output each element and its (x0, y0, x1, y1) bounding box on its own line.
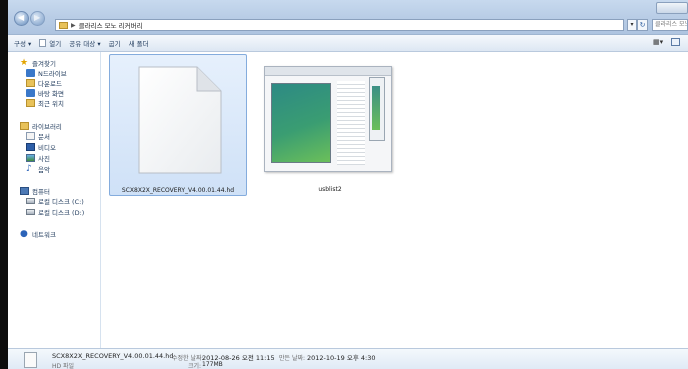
open-icon (39, 39, 47, 47)
change-view-icon[interactable]: ▦▾ (653, 38, 663, 46)
nav-network-label: 네트워크 (32, 231, 56, 239)
details-created-label: 만든 날짜: (279, 355, 306, 362)
nav-item-downloads[interactable]: 다운로드 (26, 78, 62, 88)
nav-item-documents[interactable]: 문서 (26, 131, 50, 141)
drive-c-icon (26, 198, 35, 204)
address-dropdown-button[interactable]: ▾ (627, 19, 637, 31)
thumbnail-sidebar-fill (372, 86, 380, 130)
breadcrumb-separator-icon[interactable]: ▶ (71, 22, 76, 29)
nav-item-label: N드라이브 (38, 70, 67, 78)
nav-item-label: 최근 위치 (38, 100, 64, 108)
nav-item-label: 바탕 화면 (38, 90, 64, 98)
nav-computer-label: 컴퓨터 (32, 188, 50, 196)
nav-computer[interactable]: 컴퓨터 (20, 186, 50, 196)
nav-item-label: 로컬 디스크 (D:) (38, 209, 85, 217)
nav-item-videos[interactable]: 비디오 (26, 142, 56, 152)
folder-icon (59, 21, 68, 29)
forward-arrow-icon: ▶ (34, 13, 41, 22)
nav-item-ndrive[interactable]: N드라이브 (26, 68, 67, 78)
thumbnail-sidebar (369, 77, 385, 141)
open-label: 열기 (49, 40, 62, 48)
new-folder-button[interactable]: 새 폴더 (129, 38, 149, 48)
music-icon: ♪ (26, 164, 32, 174)
nav-item-label: 로컬 디스크 (C:) (38, 198, 84, 206)
command-toolbar: 구성 ▾ 열기 공유 대상 ▾ 굽기 새 폴더 ▦▾ (8, 35, 688, 52)
forward-button[interactable]: ▶ (30, 11, 45, 26)
network-icon: ● (20, 229, 28, 239)
thumbnail-text-lines (337, 81, 365, 165)
star-icon: ★ (20, 58, 29, 68)
navigation-pane: ★ 즐겨찾기 N드라이브 다운로드 바탕 화면 최근 위치 라이브러리 문서 비… (8, 52, 101, 348)
nav-item-label: 다운로드 (38, 80, 62, 88)
organize-button[interactable]: 구성 ▾ (14, 38, 31, 48)
application-window-icon (264, 66, 392, 172)
explorer-window: ◀ ▶ ▶ 클라리스 모노 리커버리 ▾ ↻ 클라리스 모노 리... 구성 ▾… (8, 0, 688, 369)
refresh-icon: ↻ (639, 21, 646, 29)
file-name-label: SCX8X2X_RECOVERY_V4.00.01.44.hd (121, 187, 235, 194)
ndrive-icon (26, 69, 35, 77)
details-created-value: 2012-10-19 오후 4:30 (307, 354, 376, 362)
nav-favorites[interactable]: ★ 즐겨찾기 (20, 58, 56, 69)
computer-icon (20, 187, 29, 195)
pictures-icon (26, 154, 35, 162)
nav-libraries[interactable]: 라이브러리 (20, 121, 62, 131)
documents-icon (26, 132, 35, 140)
nav-item-label: 문서 (38, 133, 50, 141)
details-pane: SCX8X2X_RECOVERY_V4.00.01.44.hd HD 파일 수정… (8, 348, 688, 369)
details-file-icon (24, 352, 37, 368)
refresh-button[interactable]: ↻ (637, 19, 648, 31)
back-arrow-icon: ◀ (18, 13, 25, 22)
details-file-type: HD 파일 (52, 363, 75, 369)
desktop-icon (26, 89, 35, 97)
burn-button[interactable]: 굽기 (109, 38, 121, 48)
window-caption-buttons[interactable] (656, 2, 688, 14)
open-button[interactable]: 열기 (39, 38, 61, 48)
nav-item-drive-c[interactable]: 로컬 디스크 (C:) (26, 196, 84, 206)
nav-item-pictures[interactable]: 사진 (26, 153, 50, 163)
thumbnail-image (271, 83, 331, 163)
nav-item-label: 음악 (38, 166, 50, 174)
recent-places-icon (26, 99, 35, 107)
nav-item-label: 사진 (38, 155, 50, 163)
details-size-value: 177MB (202, 361, 223, 368)
nav-item-label: 비디오 (38, 144, 56, 152)
nav-item-drive-d[interactable]: 로컬 디스크 (D:) (26, 207, 84, 217)
preview-pane-icon[interactable] (671, 38, 680, 46)
drive-d-icon (26, 209, 35, 215)
search-input[interactable]: 클라리스 모노 리... (652, 19, 688, 31)
breadcrumb-current[interactable]: 클라리스 모노 리커버리 (79, 20, 143, 30)
nav-favorites-label: 즐겨찾기 (32, 60, 56, 68)
toolbar-right: ▦▾ (653, 38, 680, 46)
file-item-recovery-hd[interactable]: SCX8X2X_RECOVERY_V4.00.01.44.hd (109, 54, 247, 196)
address-strip: ◀ ▶ ▶ 클라리스 모노 리커버리 ▾ ↻ 클라리스 모노 리... (8, 0, 688, 35)
nav-libraries-label: 라이브러리 (32, 123, 62, 131)
details-file-name: SCX8X2X_RECOVERY_V4.00.01.44.hd (52, 352, 174, 360)
details-size-label: 크기: (188, 363, 202, 369)
file-name-label: usblist2 (318, 186, 342, 193)
downloads-folder-icon (26, 79, 35, 87)
nav-item-music[interactable]: ♪ 음악 (26, 164, 50, 175)
library-icon (20, 122, 29, 130)
nav-item-recent[interactable]: 최근 위치 (26, 98, 64, 108)
share-button[interactable]: 공유 대상 ▾ (69, 38, 100, 48)
nav-network[interactable]: ● 네트워크 (20, 229, 56, 240)
file-list: SCX8X2X_RECOVERY_V4.00.01.44.hd usblist2 (101, 52, 688, 348)
video-icon (26, 143, 35, 151)
back-button[interactable]: ◀ (14, 11, 29, 26)
address-bar[interactable]: ▶ 클라리스 모노 리커버리 (55, 19, 624, 31)
blank-document-icon (138, 66, 222, 174)
thumbnail-titlebar (265, 67, 391, 76)
nav-item-desktop[interactable]: 바탕 화면 (26, 88, 64, 98)
file-item-usblist2[interactable]: usblist2 (261, 54, 399, 196)
